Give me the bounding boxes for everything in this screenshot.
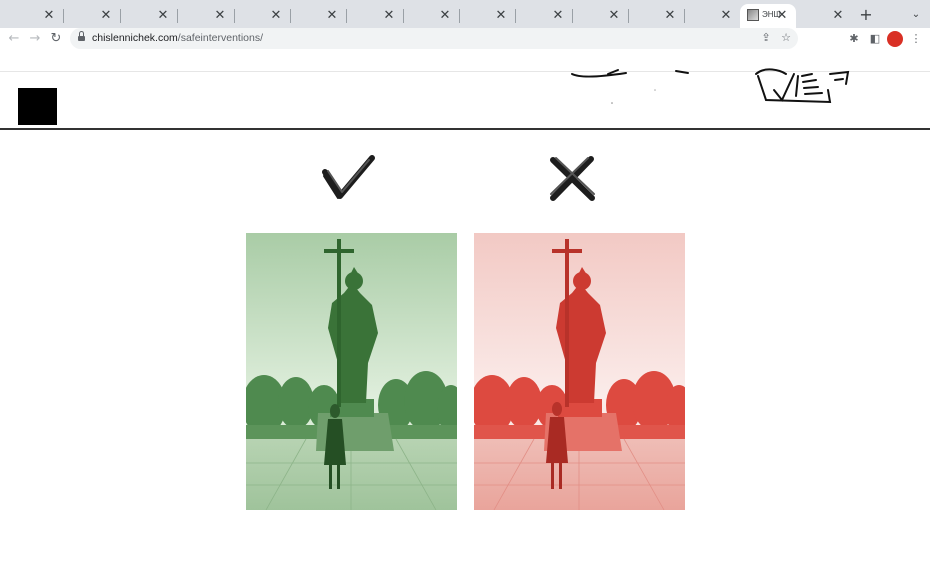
close-tab-icon[interactable]: ✕ [268,8,284,24]
bookmark-star-icon[interactable]: ☆ [778,30,794,46]
tab-strip: ✕ ✕ ✕ ✕ ✕ ✕ ✕ ✕ ✕ ✕ ✕ ✕ ✕ ЭНШ ✕ ✕ + ⌄ [0,0,930,28]
kebab-menu-icon[interactable]: ⋮ [907,30,925,48]
address-bar[interactable]: chislennichek.com/safeinterventions/ ⇪ ☆ [70,28,798,49]
tab[interactable]: ✕ [684,4,740,28]
site-logo[interactable] [18,88,57,125]
close-tab-icon[interactable]: ✕ [774,8,790,24]
close-tab-icon[interactable]: ✕ [212,8,228,24]
incorrect-example-photo [474,233,685,510]
favicon-icon [747,9,759,21]
tab[interactable]: ✕ [346,4,404,28]
close-tab-icon[interactable]: ✕ [41,8,57,24]
header-divider [0,128,930,130]
tab[interactable]: ✕ [796,4,852,28]
lock-icon[interactable] [78,31,85,42]
tab[interactable]: ✕ [515,4,573,28]
close-tab-icon[interactable]: ✕ [98,8,114,24]
checkmark-icon [322,155,375,199]
close-tab-icon[interactable]: ✕ [718,8,734,24]
share-icon[interactable]: ⇪ [758,30,774,46]
close-tab-icon[interactable]: ✕ [155,8,171,24]
close-tab-icon[interactable]: ✕ [830,8,846,24]
tab[interactable]: ✕ [290,4,347,28]
browser-toolbar: ← → ↻ chislennichek.com/safeintervention… [0,28,930,50]
forward-icon[interactable]: → [26,30,44,48]
new-tab-button[interactable]: + [857,6,875,24]
tab[interactable]: ✕ [628,4,685,28]
tab[interactable]: ✕ [459,4,516,28]
close-tab-icon[interactable]: ✕ [437,8,453,24]
reload-icon[interactable]: ↻ [47,30,65,48]
tab-active[interactable]: ЭНШ ✕ [740,4,796,28]
tab[interactable]: ✕ [572,4,629,28]
correct-example-photo [246,233,457,510]
extensions-icon[interactable]: ✱ [845,30,863,48]
tab[interactable]: ✕ [120,4,178,28]
close-tab-icon[interactable]: ✕ [662,8,678,24]
url-path: /safeinterventions/ [177,32,264,44]
back-icon[interactable]: ← [5,30,23,48]
tab[interactable]: ✕ [234,4,291,28]
monument-photo-red [474,233,685,510]
close-tab-icon[interactable]: ✕ [606,8,622,24]
side-panel-icon[interactable]: ◧ [866,30,884,48]
url-host: chislennichek.com [92,32,178,44]
monument-photo-green [246,233,457,510]
tab[interactable]: ✕ [403,4,460,28]
header-sketch-illustration [571,68,850,104]
profile-avatar[interactable] [887,31,903,47]
close-tab-icon[interactable]: ✕ [493,8,509,24]
tab[interactable]: ✕ [177,4,235,28]
url-text[interactable]: chislennichek.com/safeinterventions/ [92,32,263,44]
close-tab-icon[interactable]: ✕ [381,8,397,24]
tab[interactable]: ✕ [63,4,121,28]
tab[interactable]: ✕ [0,4,64,28]
close-tab-icon[interactable]: ✕ [550,8,566,24]
cross-icon [550,156,595,201]
tab-search-chevron-icon[interactable]: ⌄ [908,7,924,23]
close-tab-icon[interactable]: ✕ [324,8,340,24]
